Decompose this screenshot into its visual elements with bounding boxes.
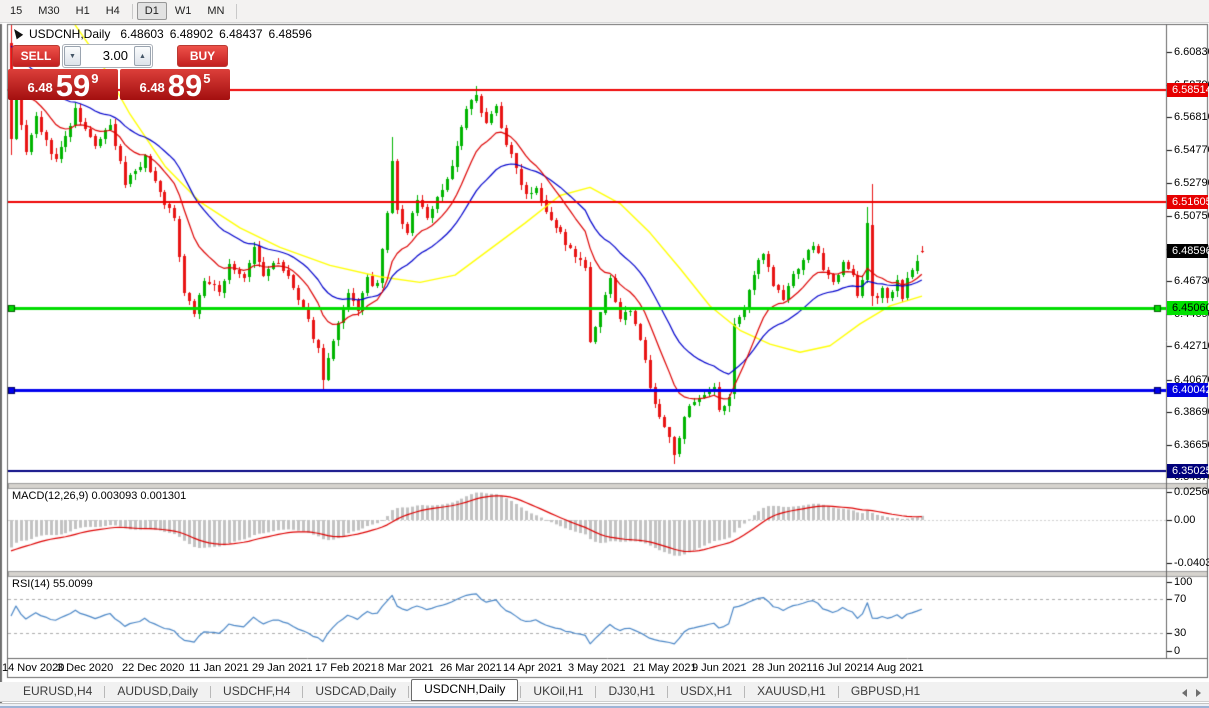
tab-separator [408, 685, 410, 698]
toolbar-separator [236, 3, 238, 19]
rsi-axis-label: 0 [1174, 645, 1181, 657]
price-axis-label: 6.38690 [1174, 406, 1209, 418]
tab-dj30-h1[interactable]: DJ30,H1 [598, 682, 665, 701]
date-label: 3 Dec 2020 [57, 662, 114, 674]
price-level-badge: 6.40042 [1167, 383, 1209, 397]
date-label: 4 Aug 2021 [868, 662, 924, 674]
tab-separator [595, 685, 597, 698]
tab-separator [744, 685, 746, 698]
date-label: 26 Mar 2021 [440, 662, 502, 674]
status-strip [0, 703, 1209, 708]
price-axis-label: 6.50750 [1174, 210, 1209, 222]
rsi-axis-label: 70 [1174, 593, 1187, 605]
tab-usdchf-h4[interactable]: USDCHF,H4 [213, 682, 300, 701]
tab-separator [104, 685, 106, 698]
date-label: 29 Jan 2021 [252, 662, 313, 674]
bar-open-value: 6.48603 [120, 27, 164, 41]
macd-axis-label: -0.040386 [1174, 557, 1209, 569]
tab-xauusd-h1[interactable]: XAUUSD,H1 [747, 682, 836, 701]
price-level-badge: 6.51605 [1167, 195, 1209, 209]
rsi-axis-label: 30 [1174, 627, 1187, 639]
buy-price-fraction: 5 [203, 71, 211, 86]
rsi-indicator-label: RSI(14) 55.0099 [12, 578, 93, 590]
date-label: 8 Mar 2021 [378, 662, 434, 674]
chart-marker-icon [10, 26, 24, 40]
price-axis-label: 6.52790 [1174, 177, 1209, 189]
date-label: 28 Jun 2021 [752, 662, 813, 674]
price-axis-label: 6.60830 [1174, 46, 1209, 58]
price-axis-label: 6.56810 [1174, 111, 1209, 123]
price-axis-label: 6.36650 [1174, 439, 1209, 451]
timeframe-button-15[interactable]: 15 [2, 2, 30, 20]
price-axis-label: 6.46730 [1174, 275, 1209, 287]
buy-price-tile[interactable]: 6.48 89 5 [120, 68, 230, 103]
date-label: 17 Feb 2021 [315, 662, 377, 674]
date-label: 9 Jun 2021 [692, 662, 747, 674]
volume-decrease-icon[interactable]: ▼ [64, 46, 81, 66]
sell-price-fraction: 9 [91, 71, 99, 86]
volume-increase-icon[interactable]: ▲ [134, 46, 151, 66]
macd-indicator-label: MACD(12,26,9) 0.003093 0.001301 [12, 490, 187, 502]
tab-separator [667, 685, 669, 698]
sell-price-main: 6.48 [27, 80, 53, 95]
volume-stepper: ▼ 3.00 ▲ [62, 44, 153, 68]
price-axis-label: 6.54770 [1174, 144, 1209, 156]
tab-scroll-right-icon[interactable] [1196, 689, 1201, 697]
bar-close-value: 6.48596 [268, 27, 312, 41]
price-axis-label: 6.42710 [1174, 340, 1209, 352]
volume-input[interactable]: 3.00 [82, 45, 133, 67]
timeframe-toolbar: 15 M30 H1 H4 D1 W1 MN [0, 0, 1209, 23]
tab-ukoil-h1[interactable]: UKOil,H1 [523, 682, 593, 701]
sell-price-pips: 59 [55, 68, 91, 103]
price-level-badge: 6.45060 [1167, 301, 1209, 315]
sell-price-tile[interactable]: 6.48 59 9 [8, 68, 118, 103]
buy-button[interactable]: BUY [177, 45, 228, 67]
date-label: 14 Nov 2020 [2, 662, 65, 674]
tab-usdcad-daily[interactable]: USDCAD,Daily [305, 682, 406, 701]
tab-separator [520, 685, 522, 698]
current-price-badge: 6.48596 [1167, 244, 1209, 258]
macd-axis-label: 0.00 [1174, 514, 1196, 526]
rsi-axis-label: 100 [1174, 576, 1193, 588]
timeframe-button-d1[interactable]: D1 [136, 2, 167, 20]
toolbar-separator [131, 3, 133, 19]
timeframe-button-h4[interactable]: H4 [98, 2, 128, 20]
price-level-badge: 6.58514 [1167, 83, 1209, 97]
buy-price-main: 6.48 [139, 80, 165, 95]
mt4-chart-screen: 15 M30 H1 H4 D1 W1 MN USDCNH,Daily 6.48603 6.4… [0, 0, 1209, 708]
timeframe-button-w1[interactable]: W1 [167, 2, 200, 20]
date-label: 11 Jan 2021 [189, 662, 249, 674]
bar-low-value: 6.48437 [219, 27, 263, 41]
tab-usdcnh-daily[interactable]: USDCNH,Daily [411, 679, 519, 701]
date-label: 21 May 2021 [633, 662, 697, 674]
price-level-badge: 6.35025 [1167, 464, 1209, 478]
date-label: 22 Dec 2020 [122, 662, 185, 674]
tab-separator [837, 685, 839, 698]
symbol-tab-bar: EURUSD,H4 AUDUSD,Daily USDCHF,H4 USDCAD,Dai… [0, 679, 1209, 702]
tab-usdx-h1[interactable]: USDX,H1 [670, 682, 742, 701]
tab-audusd-daily[interactable]: AUDUSD,Daily [107, 682, 208, 701]
timeframe-button-mn[interactable]: MN [199, 2, 232, 20]
macd-axis-label: 0.025609 [1174, 486, 1209, 498]
date-label: 3 May 2021 [568, 662, 626, 674]
tab-separator [210, 685, 212, 698]
tab-gbpusd-h1[interactable]: GBPUSD,H1 [841, 682, 930, 701]
chart-title: USDCNH,Daily 6.48603 6.48902 6.48437 6.4… [10, 26, 318, 41]
chart-plot-area[interactable] [0, 0, 1209, 708]
bar-high-value: 6.48902 [169, 27, 214, 41]
date-label: 14 Apr 2021 [503, 662, 563, 674]
tab-separator [302, 685, 304, 698]
timeframe-button-m30[interactable]: M30 [30, 2, 67, 20]
tab-scroll-left-icon[interactable] [1182, 689, 1187, 697]
buy-price-pips: 89 [167, 68, 203, 103]
sell-button[interactable]: SELL [12, 45, 60, 67]
timeframe-button-h1[interactable]: H1 [68, 2, 98, 20]
date-label: 16 Jul 2021 [812, 662, 869, 674]
tab-eurusd-h4[interactable]: EURUSD,H4 [13, 682, 102, 701]
symbol-title: USDCNH,Daily [29, 27, 111, 41]
